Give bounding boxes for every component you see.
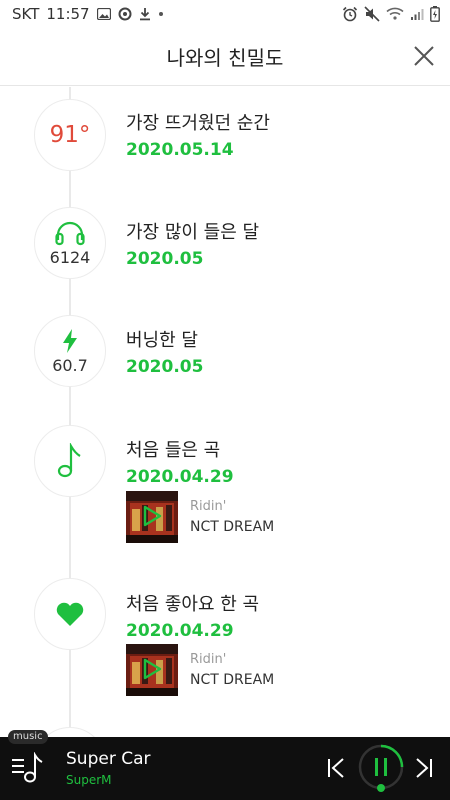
- now-playing-artist[interactable]: SuperM: [66, 773, 112, 787]
- playlist-button[interactable]: [10, 751, 46, 788]
- music-note-icon: [57, 443, 81, 478]
- next-button[interactable]: [414, 757, 434, 783]
- play-icon[interactable]: [142, 505, 162, 527]
- close-button[interactable]: [412, 44, 436, 68]
- burning-badge: 60.7: [34, 315, 106, 387]
- item-date: 2020.05: [126, 357, 204, 377]
- page-title: 나와의 친밀도: [166, 46, 284, 70]
- song-title: Ridin': [190, 652, 227, 667]
- now-playing-title[interactable]: Super Car: [66, 749, 151, 769]
- play-icon[interactable]: [142, 658, 162, 680]
- song-title: Ridin': [190, 499, 227, 514]
- first-listen-badge: [34, 425, 106, 497]
- item-date: 2020.05: [126, 249, 204, 269]
- song-card[interactable]: Ridin' NCT DREAM: [126, 644, 274, 696]
- music-tab[interactable]: music: [8, 730, 48, 744]
- temperature-badge: 91°: [34, 99, 106, 171]
- song-artist: NCT DREAM: [190, 519, 275, 535]
- timeline: 91° 가장 뜨거웠던 순간 2020.05.14 6124 가장 많이 들은 …: [0, 87, 450, 737]
- signal-icon: [410, 7, 424, 21]
- burning-value: 60.7: [52, 355, 88, 375]
- previous-button[interactable]: [326, 757, 346, 783]
- album-art[interactable]: [126, 491, 178, 543]
- headphones-icon: [55, 221, 85, 245]
- close-icon[interactable]: [412, 44, 436, 68]
- play-count-badge: 6124: [34, 207, 106, 279]
- image-icon: [96, 8, 111, 20]
- battery-icon: [430, 6, 440, 22]
- lightning-icon: [63, 328, 77, 353]
- item-date: 2020.05.14: [126, 140, 234, 160]
- next-icon[interactable]: [414, 757, 434, 779]
- pause-button[interactable]: [357, 743, 407, 800]
- record-icon: [118, 7, 132, 21]
- item-date: 2020.04.29: [126, 621, 234, 641]
- carrier: SKT: [12, 5, 40, 23]
- play-count: 6124: [49, 247, 91, 267]
- mute-icon: [364, 6, 380, 22]
- song-card[interactable]: Ridin' NCT DREAM: [126, 491, 274, 543]
- album-art[interactable]: [126, 644, 178, 696]
- dot-icon: [158, 11, 164, 17]
- item-date: 2020.04.29: [126, 467, 234, 487]
- item-label: 버닝한 달: [126, 330, 198, 351]
- pause-icon[interactable]: [357, 743, 407, 797]
- alarm-icon: [342, 6, 358, 22]
- playlist-note-icon[interactable]: [10, 751, 46, 784]
- mini-player: music Super Car SuperM: [0, 730, 450, 800]
- first-like-badge: [34, 578, 106, 650]
- item-label: 가장 많이 들은 달: [126, 222, 260, 243]
- previous-icon[interactable]: [326, 757, 346, 779]
- heart-icon: [56, 602, 84, 626]
- item-label: 처음 들은 곡: [126, 440, 221, 461]
- wifi-icon: [386, 7, 404, 21]
- temperature-value: 91°: [49, 122, 91, 148]
- header: 나와의 친밀도: [0, 28, 450, 86]
- song-artist: NCT DREAM: [190, 672, 275, 688]
- download-icon: [139, 7, 151, 21]
- status-bar: SKT 11:57: [0, 0, 450, 28]
- item-label: 가장 뜨거웠던 순간: [126, 113, 270, 134]
- item-label: 처음 좋아요 한 곡: [126, 594, 260, 615]
- clock: 11:57: [46, 5, 90, 23]
